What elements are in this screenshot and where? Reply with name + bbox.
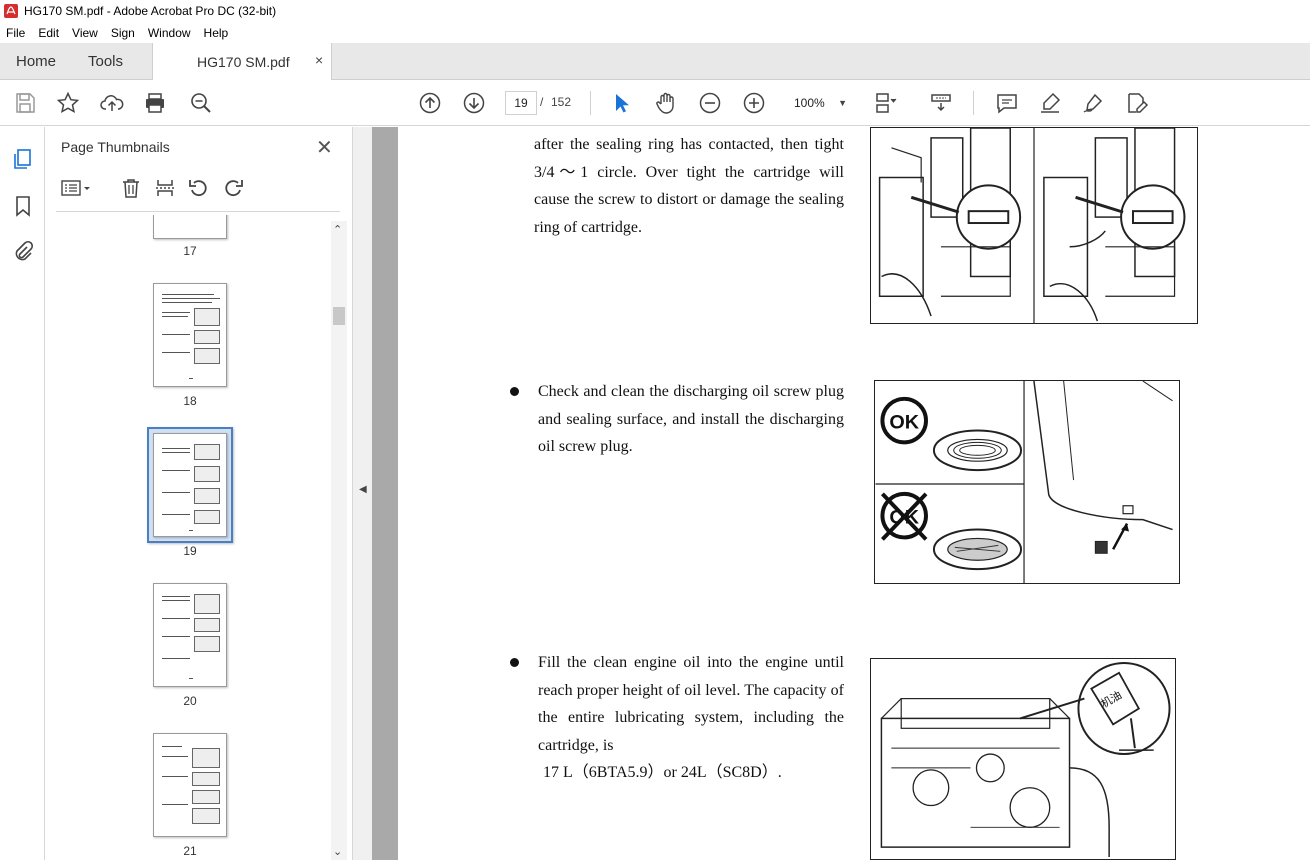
zoom-search-icon[interactable] [189,91,213,115]
save-icon[interactable] [13,91,37,115]
total-pages: 152 [551,95,572,109]
cloud-upload-icon[interactable] [100,91,124,115]
print-icon[interactable] [143,91,167,115]
rotate-clockwise-icon[interactable] [222,177,244,199]
acrobat-app-icon [4,4,18,18]
zoom-in-icon[interactable] [742,91,766,115]
delete-page-icon[interactable] [120,177,142,199]
page-separator: / [540,95,544,109]
hand-tool-icon[interactable] [654,91,678,115]
document-view[interactable]: after the sealing ring has contacted, th… [372,127,1310,860]
thumbnail-label: 18 [183,394,197,408]
tab-document-label: HG170 SM.pdf [197,54,290,70]
options-menu-icon[interactable] [60,177,92,199]
thumbnail-toolbar [56,177,336,203]
toolbar-divider [590,91,591,115]
menu-file[interactable]: File [6,26,25,40]
paragraph-engine-oil-fill: Fill the clean engine oil into the engin… [538,654,844,754]
engine-oil-figure: 机油 [870,658,1176,860]
panel-title: Page Thumbnails [61,139,170,155]
scroll-up-icon[interactable]: ⌃ [333,223,342,236]
navigation-rail [0,127,45,860]
highlight-pen-icon[interactable] [1038,91,1062,115]
select-pointer-icon[interactable] [609,91,633,115]
scroll-down-icon[interactable]: ⌄ [333,845,342,858]
thumbnail-page-20[interactable] [153,583,227,687]
previous-page-icon[interactable] [418,91,442,115]
tab-tools[interactable]: Tools [88,53,123,70]
thumbnail-page-17[interactable] [153,215,227,239]
thumbnail-label: 20 [183,694,197,708]
paragraph-cartridge-tightening: after the sealing ring has contacted, th… [534,136,844,236]
drain-plug-figure: OK OK [874,380,1180,584]
zoom-out-icon[interactable] [698,91,722,115]
pdf-page: after the sealing ring has contacted, th… [398,127,1310,860]
rotate-counterclockwise-icon[interactable] [188,177,210,199]
page-thumbnails-icon[interactable] [12,148,34,170]
main-toolbar: 19 / 152 100% ▼ [0,80,1310,126]
menu-bar: File Edit View Sign Window Help [0,22,1310,43]
page-thumbnails-panel: Page Thumbnails ✕ 17 18 19 20 21 ⌃ ⌄ [46,127,352,860]
page-number-input[interactable]: 19 [505,91,537,115]
tab-close-button[interactable]: × [315,52,323,68]
paragraph-drain-plug: Check and clean the discharging oil scre… [538,383,844,455]
zoom-level-value: 100% [794,96,825,110]
menu-view[interactable]: View [72,26,98,40]
thumbnail-page-21[interactable] [153,733,227,837]
scrollbar-thumb[interactable] [333,307,345,325]
menu-edit[interactable]: Edit [38,26,59,40]
panel-splitter[interactable]: ◀ [352,127,372,860]
toolbar-divider [973,91,974,115]
next-page-icon[interactable] [462,91,486,115]
menu-help[interactable]: Help [204,26,229,40]
panel-divider [56,211,340,212]
ok-label: OK [889,412,919,434]
scroll-mode-icon[interactable] [929,91,953,115]
tab-home[interactable]: Home [16,53,56,70]
title-bar: HG170 SM.pdf - Adobe Acrobat Pro DC (32-… [0,0,1310,22]
star-icon[interactable] [56,91,80,115]
menu-sign[interactable]: Sign [111,26,135,40]
bookmark-icon[interactable] [12,195,34,217]
thumbnail-label: 19 [183,544,197,558]
zoom-level-select[interactable]: 100% ▼ [783,91,855,115]
tab-document[interactable]: HG170 SM.pdf × [152,43,332,80]
insert-page-icon[interactable] [154,177,176,199]
paragraph-oil-capacity: 17 L（6BTA5.9）or 24L（SC8D）. [543,764,782,781]
chevron-down-icon: ▼ [838,98,847,108]
bullet-point [510,387,519,396]
thumbnail-page-19[interactable] [153,433,227,537]
thumbnail-list: 17 18 19 20 21 [46,215,332,860]
edit-document-icon[interactable] [1125,91,1149,115]
tab-bar: Home Tools HG170 SM.pdf × [0,43,1310,80]
filter-cartridge-figure [870,127,1198,324]
collapse-panel-icon[interactable]: ◀ [359,484,367,495]
bullet-point [510,658,519,667]
page-display-icon[interactable] [874,91,898,115]
sign-pen-icon[interactable] [1081,91,1105,115]
thumbnail-scrollbar[interactable]: ⌃ ⌄ [331,221,347,860]
attachment-icon[interactable] [12,240,34,262]
menu-window[interactable]: Window [148,26,191,40]
panel-close-button[interactable]: ✕ [316,135,333,160]
thumbnail-label: 21 [183,844,197,858]
comment-icon[interactable] [995,91,1019,115]
thumbnail-label: 17 [183,244,197,258]
thumbnail-page-18[interactable] [153,283,227,387]
window-title: HG170 SM.pdf - Adobe Acrobat Pro DC (32-… [24,4,277,18]
